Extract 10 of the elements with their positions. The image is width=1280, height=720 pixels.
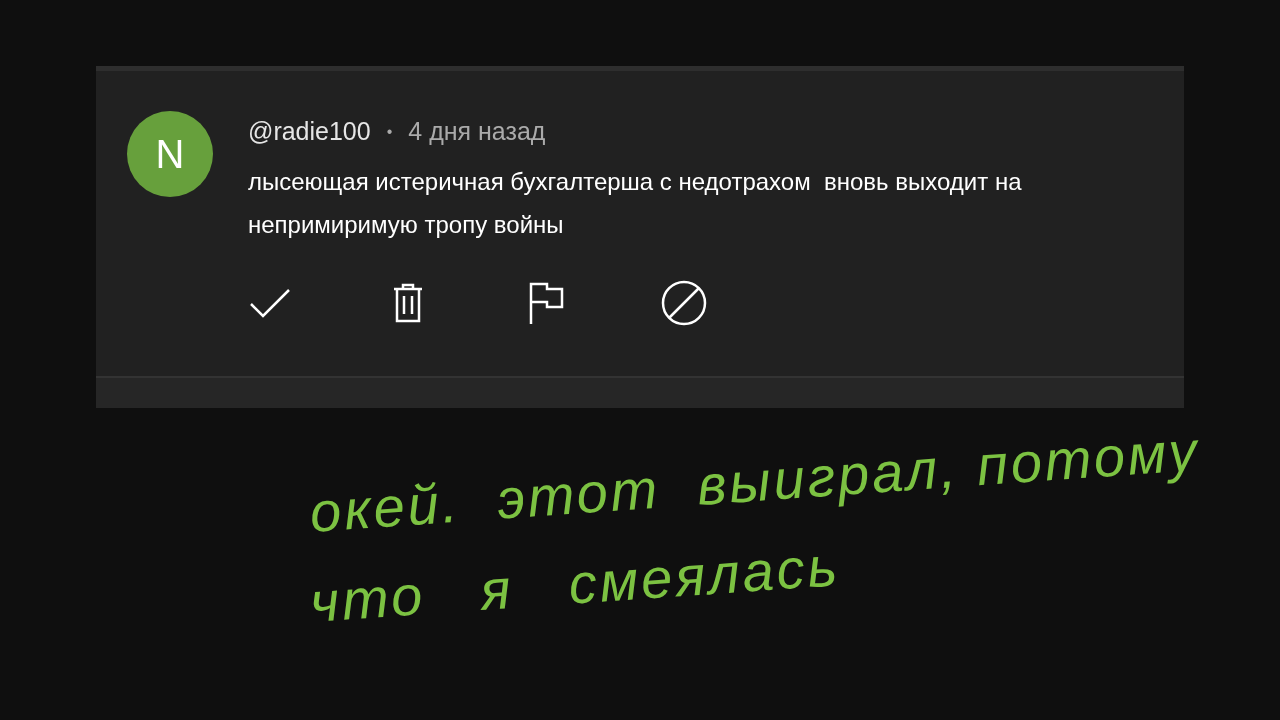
flag-icon — [528, 281, 564, 324]
comment-text: лысеющая истеричная бухгалтерша с недотрахом вновь выходит на непримиримую тропу войны — [248, 166, 1023, 240]
comment-time: 4 дня назад — [408, 116, 546, 147]
trash-icon — [392, 282, 424, 323]
author-name[interactable]: @radie100 — [248, 113, 371, 151]
checkmark-icon — [249, 286, 291, 319]
avatar: N — [127, 111, 213, 197]
block-icon — [661, 279, 707, 326]
separator-dot: • — [386, 121, 393, 142]
block-button[interactable] — [660, 278, 708, 327]
